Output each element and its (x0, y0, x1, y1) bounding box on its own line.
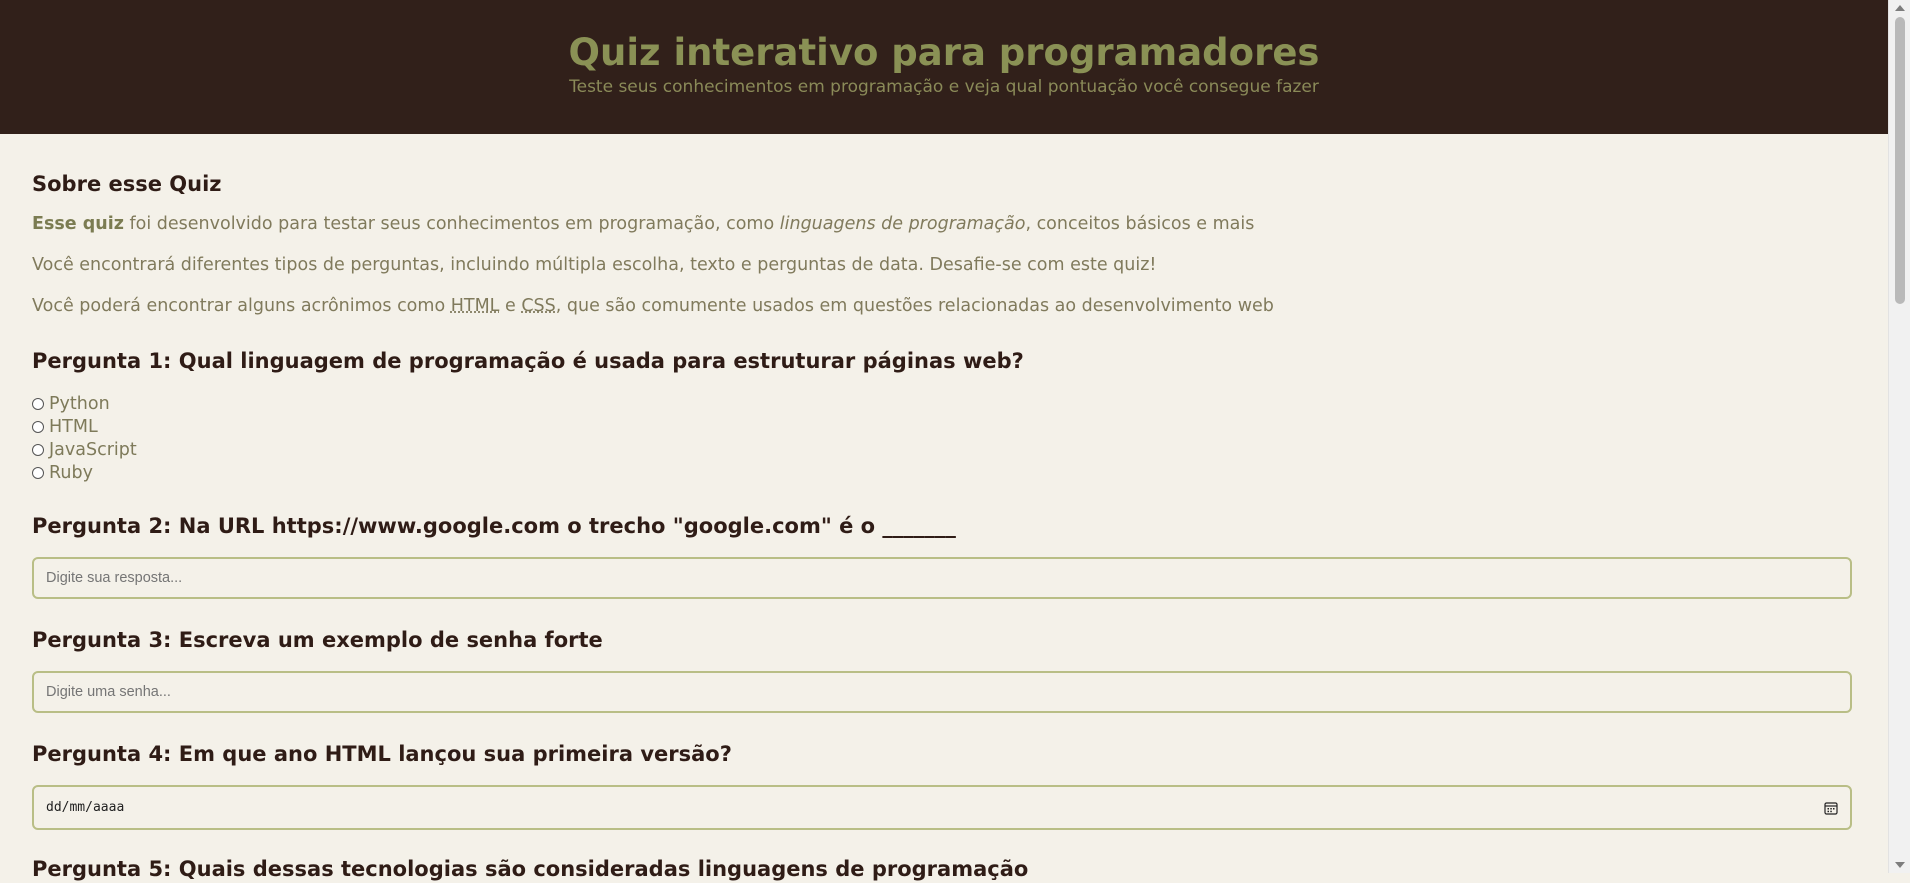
page-subtitle: Teste seus conhecimentos em programação … (569, 77, 1319, 97)
radio-button[interactable] (32, 420, 44, 433)
radio-button[interactable] (32, 443, 44, 456)
about-text: , conceitos básicos e mais (1025, 214, 1255, 234)
question-5-label: Pergunta 5: Quais dessas tecnologias são… (32, 857, 1029, 881)
radio-button[interactable] (32, 397, 44, 410)
question-4-label: Pergunta 4: Em que ano HTML lançou sua p… (32, 742, 732, 766)
vertical-scrollbar[interactable] (1888, 0, 1910, 873)
question-2-label: Pergunta 2: Na URL https://www.google.co… (32, 514, 956, 538)
question-1-label: Pergunta 1: Qual linguagem de programaçã… (32, 349, 1024, 373)
about-text: Você poderá encontrar alguns acrônimos c… (32, 296, 451, 316)
about-text: , que são comumente usados em questões r… (555, 296, 1274, 316)
question-1-options: Python HTML JavaScript Ruby (32, 392, 137, 484)
about-paragraph-3: Você poderá encontrar alguns acrônimos c… (32, 294, 1274, 318)
page-header: Quiz interativo para programadores Teste… (0, 0, 1888, 134)
about-text: e (499, 296, 522, 316)
about-heading: Sobre esse Quiz (32, 172, 222, 196)
scroll-up-icon[interactable] (1895, 5, 1905, 11)
option-ruby[interactable]: Ruby (32, 461, 137, 484)
scroll-thumb[interactable] (1895, 17, 1905, 304)
option-html[interactable]: HTML (32, 415, 137, 438)
abbr-html[interactable]: HTML (451, 296, 500, 316)
about-italic-text: linguagens de programação (779, 214, 1026, 234)
password-input[interactable] (32, 671, 1852, 713)
page-title: Quiz interativo para programadores (568, 31, 1320, 74)
about-paragraph-2: Você encontrará diferentes tipos de perg… (32, 255, 1157, 275)
radio-button[interactable] (32, 466, 44, 479)
answer-input[interactable] (32, 557, 1852, 599)
date-input[interactable]: dd/mm/aaaa (32, 785, 1852, 830)
scroll-down-icon[interactable] (1895, 862, 1905, 868)
option-python[interactable]: Python (32, 392, 137, 415)
about-text: foi desenvolvido para testar seus conhec… (123, 214, 780, 234)
option-label: Ruby (49, 462, 93, 483)
option-label: Python (49, 393, 110, 414)
abbr-css[interactable]: CSS (521, 296, 555, 316)
about-paragraph-1: Esse quiz foi desenvolvido para testar s… (32, 212, 1254, 236)
calendar-icon[interactable] (1824, 801, 1838, 815)
about-bold-text: Esse quiz (32, 214, 124, 234)
question-3-label: Pergunta 3: Escreva um exemplo de senha … (32, 628, 603, 652)
option-label: JavaScript (49, 439, 137, 460)
option-javascript[interactable]: JavaScript (32, 438, 137, 461)
date-value[interactable]: dd/mm/aaaa (46, 800, 124, 815)
option-label: HTML (49, 416, 98, 437)
